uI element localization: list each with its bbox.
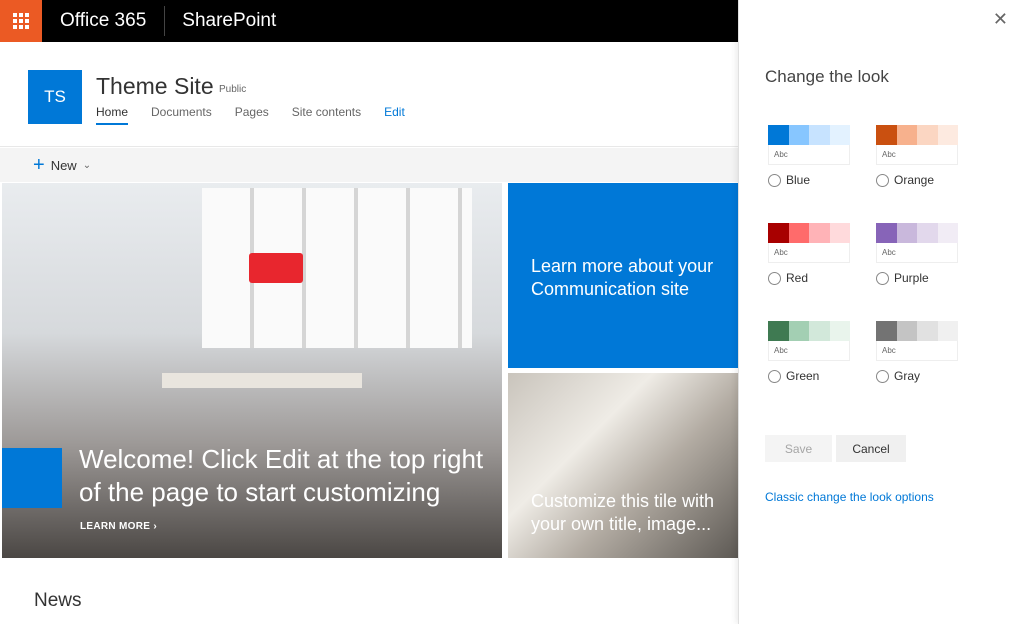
radio-button[interactable]: [876, 369, 889, 383]
theme-sample: Abc: [876, 145, 958, 165]
classic-options-link[interactable]: Classic change the look options: [765, 490, 934, 504]
chevron-down-icon[interactable]: ⌄: [83, 160, 91, 171]
theme-color-bar: [768, 125, 850, 145]
radio-button[interactable]: [768, 173, 781, 187]
color-chip: [876, 125, 897, 145]
hero-tile-communication[interactable]: Learn more about your Communication site: [508, 183, 738, 368]
theme-option-green[interactable]: Abc Green: [768, 321, 850, 383]
theme-name: Gray: [894, 369, 921, 383]
color-chip: [809, 125, 830, 145]
office365-link[interactable]: Office 365: [60, 6, 166, 36]
nav-documents[interactable]: Documents: [151, 105, 212, 125]
color-chip: [876, 321, 897, 341]
tile-title: Customize this tile with your own title,…: [531, 491, 715, 534]
nav-edit[interactable]: Edit: [384, 105, 405, 125]
close-icon[interactable]: ✕: [993, 9, 1008, 30]
cancel-button[interactable]: Cancel: [836, 435, 906, 462]
theme-sample: Abc: [876, 243, 958, 263]
theme-sample: Abc: [876, 341, 958, 361]
theme-name: Purple: [894, 271, 929, 285]
theme-option-blue[interactable]: Abc Blue: [768, 125, 850, 187]
app-launcher-button[interactable]: [0, 0, 42, 42]
color-chip: [896, 125, 917, 145]
theme-option-purple[interactable]: Abc Purple: [876, 223, 958, 285]
color-chip: [917, 223, 938, 243]
color-chip: [937, 321, 958, 341]
theme-color-bar: [768, 223, 850, 243]
hero-image-table: [162, 373, 362, 388]
site-title[interactable]: Theme Site: [96, 73, 214, 100]
theme-color-bar: [876, 125, 958, 145]
hero-image-lamp: [249, 253, 303, 283]
accent-block: [2, 448, 62, 508]
new-button[interactable]: New: [51, 158, 77, 173]
theme-color-bar: [876, 321, 958, 341]
color-chip: [829, 321, 850, 341]
color-chip: [876, 223, 897, 243]
learn-more-label: LEARN MORE: [80, 521, 151, 532]
command-bar: + New ⌄: [0, 148, 738, 182]
color-chip: [917, 125, 938, 145]
theme-color-bar: [876, 223, 958, 243]
color-chip: [896, 321, 917, 341]
color-chip: [809, 321, 830, 341]
panel-title: Change the look: [765, 67, 889, 86]
color-chip: [788, 223, 809, 243]
theme-sample: Abc: [768, 145, 850, 165]
hero-image-window: [202, 188, 472, 348]
radio-button[interactable]: [876, 173, 889, 187]
tile-title: Learn more about your Communication site: [531, 256, 714, 299]
color-chip: [768, 125, 789, 145]
suite-bar: Office 365 SharePoint: [0, 0, 738, 42]
theme-option-red[interactable]: Abc Red: [768, 223, 850, 285]
sharepoint-link[interactable]: SharePoint: [182, 10, 276, 32]
theme-name: Orange: [894, 173, 935, 187]
theme-sample: Abc: [768, 243, 850, 263]
color-chip: [937, 125, 958, 145]
radio-button[interactable]: [768, 271, 781, 285]
theme-sample: Abc: [768, 341, 850, 361]
site-header: TS Theme Site Public Home Documents Page…: [0, 42, 738, 147]
nav-site-contents[interactable]: Site contents: [292, 105, 361, 125]
theme-color-bar: [768, 321, 850, 341]
nav-pages[interactable]: Pages: [235, 105, 269, 125]
nav-home[interactable]: Home: [96, 105, 129, 125]
color-chip: [937, 223, 958, 243]
hero-title: Welcome! Click Edit at the top right of …: [79, 444, 484, 507]
site-nav: Home Documents Pages Site contents Edit: [96, 105, 405, 125]
waffle-icon: [13, 13, 29, 29]
privacy-label: Public: [219, 84, 247, 95]
color-chip: [788, 125, 809, 145]
color-chip: [788, 321, 809, 341]
color-chip: [768, 223, 789, 243]
color-chip: [829, 223, 850, 243]
theme-name: Blue: [786, 173, 811, 187]
theme-name: Red: [786, 271, 809, 285]
color-chip: [768, 321, 789, 341]
change-the-look-panel: ✕ Change the look Abc Blue Abc Orange Abc Red…: [738, 0, 1024, 624]
radio-button[interactable]: [876, 271, 889, 285]
theme-name: Green: [786, 369, 820, 383]
theme-option-gray[interactable]: Abc Gray: [876, 321, 958, 383]
color-chip: [917, 321, 938, 341]
radio-button[interactable]: [768, 369, 781, 383]
color-chip: [809, 223, 830, 243]
site-logo[interactable]: TS: [28, 70, 82, 124]
hero-main-tile[interactable]: Welcome! Click Edit at the top right of …: [2, 183, 502, 558]
learn-more-link[interactable]: LEARN MORE ›: [80, 521, 157, 532]
theme-option-orange[interactable]: Abc Orange: [876, 125, 958, 187]
chevron-right-icon: ›: [153, 521, 157, 532]
plus-icon: +: [33, 154, 45, 176]
news-heading: News: [34, 590, 82, 611]
save-button[interactable]: Save: [765, 435, 832, 462]
color-chip: [829, 125, 850, 145]
color-chip: [896, 223, 917, 243]
hero-tile-customize[interactable]: Customize this tile with your own title,…: [508, 373, 738, 558]
